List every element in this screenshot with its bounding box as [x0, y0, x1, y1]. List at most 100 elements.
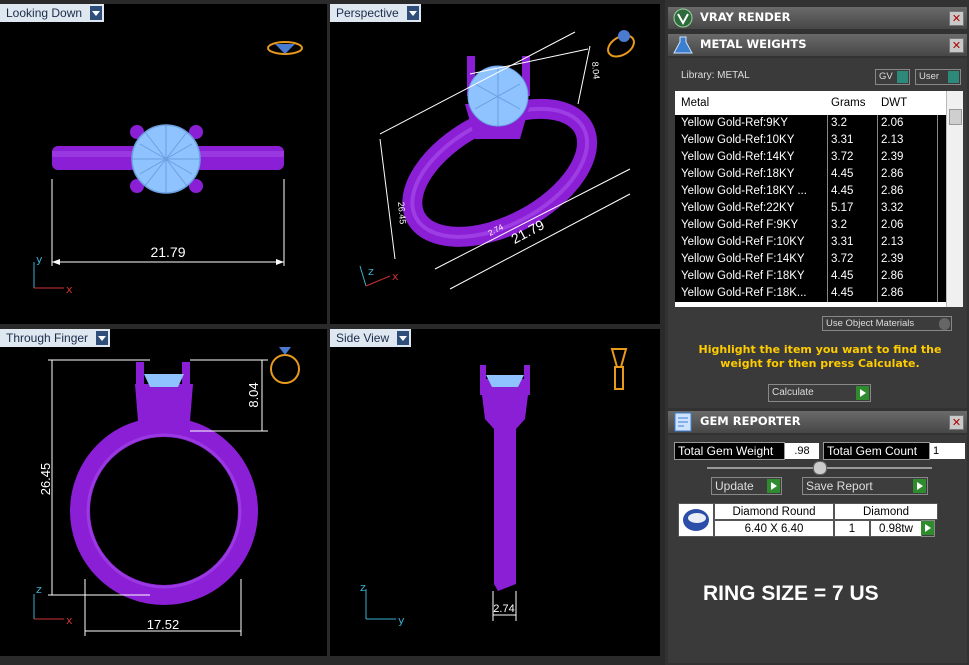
viewport-looking-down[interactable]: 21.79 y x Looking Down — [0, 4, 327, 324]
table-cell-grams: 3.31 — [831, 236, 854, 248]
gv-toggle[interactable]: GV — [875, 69, 910, 85]
play-icon — [913, 479, 926, 493]
through-finger-top-label: 8.04 — [246, 382, 261, 407]
view-cube-icon[interactable] — [270, 347, 300, 384]
table-cell-dwt: 3.32 — [881, 202, 904, 214]
gem-size: 6.40 X 6.40 — [714, 520, 834, 537]
chevron-down-icon[interactable] — [96, 331, 109, 345]
looking-down-width-label: 21.79 — [150, 244, 185, 260]
table-row[interactable]: Yellow Gold-Ref:9KY 3.2 2.06 — [675, 115, 947, 132]
view-cube-icon[interactable] — [610, 348, 628, 390]
gem-list-row[interactable]: Diamond Round 6.40 X 6.40 Diamond 1 0.98… — [678, 503, 938, 537]
looking-down-canvas: 21.79 y x — [33, 41, 303, 296]
chevron-down-icon[interactable] — [397, 331, 410, 345]
table-row[interactable]: Yellow Gold-Ref F:18KY 4.45 2.86 — [675, 268, 947, 285]
table-cell-dwt: 2.13 — [881, 236, 904, 248]
vray-render-header[interactable]: VRAY RENDER ✕ — [668, 7, 967, 29]
perspective-top-label: 8.04 — [590, 61, 601, 79]
table-cell-metal: Yellow Gold-Ref F:14KY — [681, 253, 805, 265]
table-cell-metal: Yellow Gold-Ref:18KY ... — [681, 185, 807, 197]
close-icon[interactable]: ✕ — [949, 415, 964, 430]
slider-handle[interactable] — [813, 461, 827, 475]
table-cell-grams: 3.72 — [831, 151, 854, 163]
gem-select-button[interactable] — [921, 520, 935, 537]
vray-icon — [673, 8, 693, 28]
table-row[interactable]: Yellow Gold-Ref F:14KY 3.72 2.39 — [675, 251, 947, 268]
gem-count: 1 — [834, 520, 870, 537]
table-cell-grams: 4.45 — [831, 287, 854, 299]
close-icon[interactable]: ✕ — [949, 38, 964, 53]
metal-weights-header[interactable]: METAL WEIGHTS ✕ — [668, 34, 967, 56]
viewport-tab-through-finger[interactable]: Through Finger — [0, 329, 111, 347]
table-cell-metal: Yellow Gold-Ref F:9KY — [681, 219, 799, 231]
diamond-round-icon — [678, 503, 714, 537]
perspective-canvas: 21.79 26.45 8.04 2.74 z x — [359, 30, 637, 290]
total-gem-weight-label: Total Gem Weight — [674, 442, 785, 460]
table-row[interactable]: Yellow Gold-Ref:10KY 3.31 2.13 — [675, 132, 947, 149]
viewport-tab-looking-down[interactable]: Looking Down — [0, 4, 105, 22]
metal-table[interactable]: Metal Grams DWT Yellow Gold-Ref:9KY 3.2 2.… — [675, 91, 963, 307]
table-row[interactable]: Yellow Gold-Ref F:10KY 3.31 2.13 — [675, 234, 947, 251]
chevron-down-icon[interactable] — [90, 6, 103, 20]
calculate-button[interactable]: Calculate — [768, 384, 871, 402]
close-icon[interactable]: ✕ — [949, 11, 964, 26]
table-cell-dwt: 2.86 — [881, 185, 904, 197]
view-cube-icon[interactable] — [267, 41, 303, 55]
ring-size-label: RING SIZE = 7 US — [703, 582, 879, 605]
table-cell-grams: 5.17 — [831, 202, 854, 214]
viewport-perspective[interactable]: 21.79 26.45 8.04 2.74 z x Perspective — [330, 4, 660, 324]
side-view-width-label: 2.74 — [493, 603, 514, 615]
axis-v-label: z — [368, 265, 374, 278]
table-cell-dwt: 2.13 — [881, 134, 904, 146]
table-cell-dwt: 2.39 — [881, 253, 904, 265]
table-row[interactable]: Yellow Gold-Ref:18KY 4.45 2.86 — [675, 166, 947, 183]
table-cell-grams: 4.45 — [831, 270, 854, 282]
metal-table-scrollbar[interactable] — [946, 91, 963, 307]
gem-reporter-title: GEM REPORTER — [700, 414, 801, 428]
table-cell-metal: Yellow Gold-Ref:14KY — [681, 151, 795, 163]
save-report-button[interactable]: Save Report — [802, 477, 928, 495]
through-finger-width-label: 17.52 — [147, 617, 180, 632]
gem-reporter-header[interactable]: GEM REPORTER ✕ — [668, 411, 967, 433]
ring-band — [70, 417, 258, 605]
table-row[interactable]: Yellow Gold-Ref:22KY 5.17 3.32 — [675, 200, 947, 217]
axis-v-label: z — [36, 583, 42, 596]
gem-side — [144, 374, 184, 387]
table-cell-grams: 4.45 — [831, 185, 854, 197]
table-cell-metal: Yellow Gold-Ref F:10KY — [681, 236, 805, 248]
use-object-materials-toggle[interactable]: Use Object Materials — [822, 316, 952, 331]
axis-v-label: z — [360, 581, 366, 594]
play-icon — [856, 386, 869, 400]
total-gem-weight-value: .98 — [785, 443, 819, 459]
column-header-dwt[interactable]: DWT — [881, 91, 907, 115]
update-button[interactable]: Update — [711, 477, 782, 495]
metal-weights-title: METAL WEIGHTS — [700, 37, 807, 51]
table-cell-dwt: 2.39 — [881, 151, 904, 163]
total-gem-count-label: Total Gem Count — [823, 442, 930, 460]
chevron-down-icon[interactable] — [406, 6, 419, 20]
flask-icon — [673, 36, 693, 54]
table-row[interactable]: Yellow Gold-Ref:14KY 3.72 2.39 — [675, 149, 947, 166]
column-header-grams[interactable]: Grams — [831, 91, 866, 115]
total-gem-count-value: 1 — [930, 443, 965, 459]
table-cell-dwt: 2.86 — [881, 168, 904, 180]
table-row[interactable]: Yellow Gold-Ref F:9KY 3.2 2.06 — [675, 217, 947, 234]
table-cell-grams: 4.45 — [831, 168, 854, 180]
column-header-metal[interactable]: Metal — [681, 91, 709, 115]
table-cell-grams: 3.2 — [831, 219, 847, 231]
viewport-tab-perspective[interactable]: Perspective — [330, 4, 421, 22]
user-toggle[interactable]: User — [915, 69, 961, 85]
viewport-side-view[interactable]: 2.74 z y Side View — [330, 329, 660, 656]
view-cube-icon[interactable] — [604, 30, 637, 61]
table-row[interactable]: Yellow Gold-Ref:18KY ... 4.45 2.86 — [675, 183, 947, 200]
viewport-through-finger[interactable]: 26.45 8.04 17.52 z x Through Finger — [0, 329, 327, 656]
table-cell-grams: 3.2 — [831, 117, 847, 129]
through-finger-height-label: 26.45 — [38, 463, 53, 496]
axis-h-label: x — [392, 270, 399, 283]
table-cell-dwt: 2.86 — [881, 287, 904, 299]
play-icon — [767, 479, 780, 493]
table-row[interactable]: Yellow Gold-Ref F:18K... 4.45 2.86 — [675, 285, 947, 302]
perspective-height-label: 26.45 — [396, 201, 408, 224]
table-cell-metal: Yellow Gold-Ref F:18KY — [681, 270, 805, 282]
viewport-tab-side-view[interactable]: Side View — [330, 329, 412, 347]
